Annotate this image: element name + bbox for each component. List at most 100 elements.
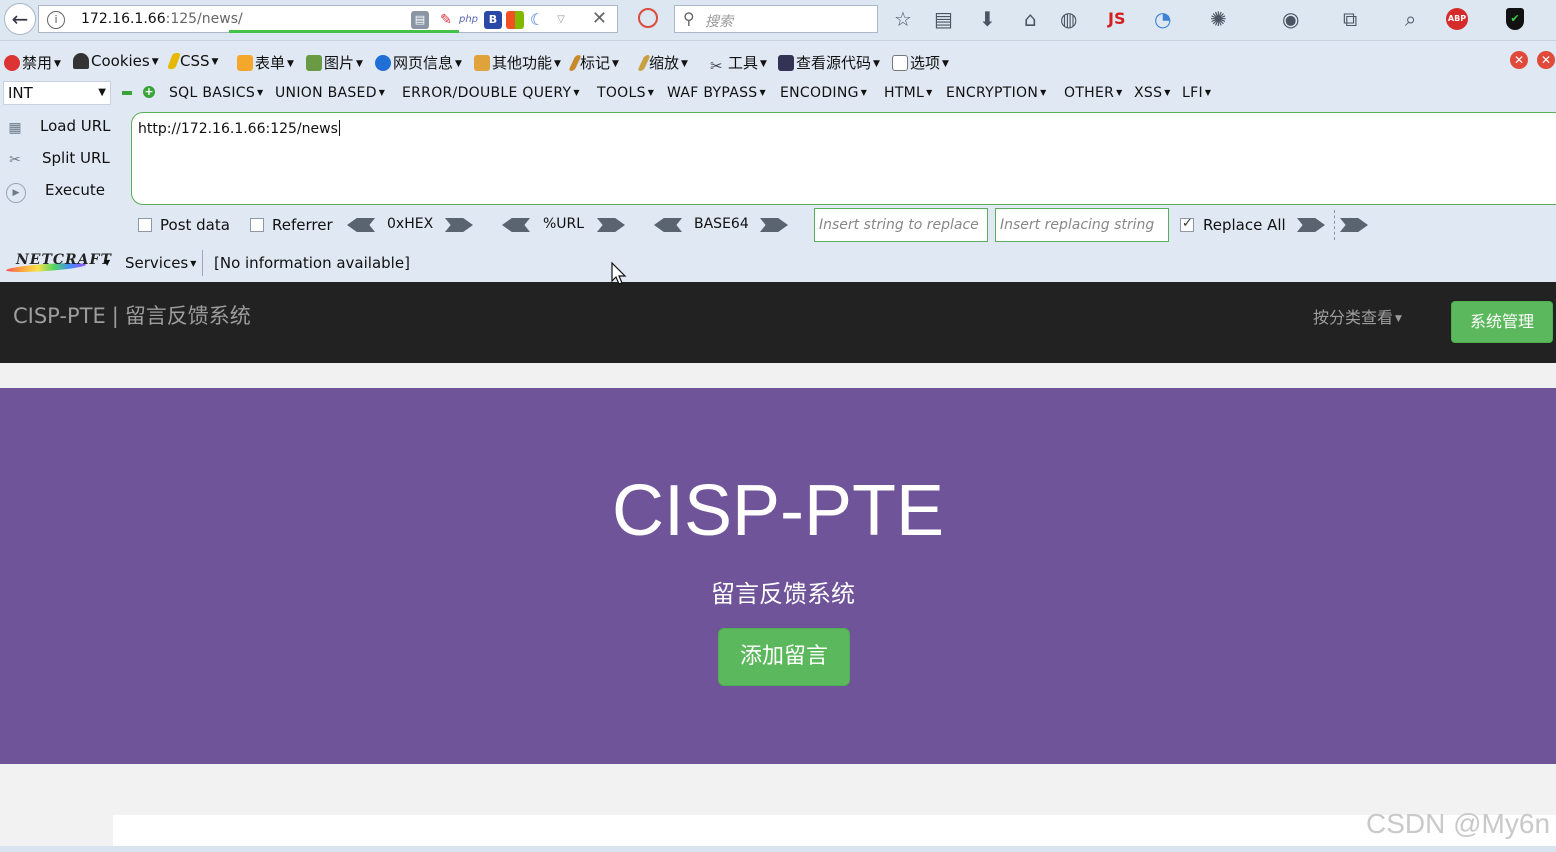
replace-all-arrow-icon[interactable] bbox=[1340, 218, 1368, 232]
share-icon[interactable]: ⧉ bbox=[1343, 8, 1357, 30]
brand-main: CISP-PTE bbox=[13, 304, 106, 328]
menu-label: TOOLS bbox=[597, 85, 646, 101]
hackbar-menu-error-double-query[interactable]: ERROR/DOUBLE QUERY ▼ bbox=[402, 85, 580, 101]
watermark: CSDN @My6n bbox=[1366, 808, 1551, 839]
hackbar-menu-encoding[interactable]: ENCODING ▼ bbox=[780, 85, 867, 101]
menu-page-info[interactable]: 网页信息 ▼ bbox=[375, 52, 462, 73]
minus-icon[interactable] bbox=[122, 91, 132, 95]
chevron-down-icon: ▼ bbox=[98, 87, 106, 98]
netcraft-info: [No information available] bbox=[214, 254, 410, 272]
replace-string-placeholder: Insert string to replace bbox=[819, 217, 979, 233]
menu-other-functions[interactable]: 其他功能 ▼ bbox=[474, 52, 561, 73]
menu-cookies[interactable]: Cookies ▼ bbox=[73, 52, 159, 70]
hackbar-menu-html[interactable]: HTML ▼ bbox=[884, 85, 933, 101]
replace-arrow-icon[interactable] bbox=[1297, 218, 1325, 232]
load-progress-bar bbox=[229, 30, 459, 33]
menu-label: 查看源代码 bbox=[796, 54, 872, 72]
server-icon[interactable]: ▤ bbox=[411, 11, 429, 29]
base64-label: BASE64 bbox=[694, 216, 749, 232]
menu-tools[interactable]: ✂ 工具 ▼ bbox=[710, 52, 767, 75]
referrer-checkbox[interactable] bbox=[250, 218, 264, 232]
close-icon[interactable]: ✕ bbox=[1510, 51, 1528, 69]
load-url-button[interactable]: ▦ Load URL bbox=[0, 113, 126, 141]
menu-label: 图片 bbox=[324, 54, 355, 72]
plus-icon[interactable]: + bbox=[143, 86, 155, 98]
chevron-down-icon[interactable]: ▼ bbox=[104, 258, 110, 267]
back-button[interactable]: ← bbox=[4, 3, 36, 35]
post-data-checkbox[interactable] bbox=[138, 218, 152, 232]
netcraft-logo[interactable]: NETCRAFT bbox=[5, 252, 111, 274]
category-dropdown[interactable]: 按分类查看 ▼ bbox=[1313, 304, 1402, 328]
menu-disable[interactable]: 禁用 ▼ bbox=[4, 52, 61, 73]
hackbar-menu-other[interactable]: OTHER ▼ bbox=[1064, 85, 1123, 101]
menu-css[interactable]: CSS ▼ bbox=[167, 52, 218, 70]
download-icon[interactable]: ⬇ bbox=[979, 8, 996, 30]
replace-all-checkbox[interactable] bbox=[1180, 216, 1194, 232]
hackbar-menu-lfi[interactable]: LFI ▼ bbox=[1182, 85, 1211, 101]
search-placeholder: 搜索 bbox=[705, 14, 733, 30]
moon-icon[interactable]: ☾ bbox=[528, 11, 546, 29]
menu-images[interactable]: 图片 ▼ bbox=[306, 52, 363, 73]
menu-label: ERROR/DOUBLE QUERY bbox=[402, 85, 572, 101]
execute-button[interactable]: ▶ Execute bbox=[0, 177, 126, 205]
network-icon[interactable]: ◉ bbox=[1282, 8, 1299, 30]
reading-list-icon[interactable]: ▤ bbox=[934, 8, 953, 30]
hex-decode-arrow-icon[interactable] bbox=[347, 218, 375, 232]
hex-encode-arrow-icon[interactable] bbox=[445, 218, 473, 232]
hackbar-menu-tools[interactable]: TOOLS ▼ bbox=[597, 85, 654, 101]
split-url-button[interactable]: ✂ Split URL bbox=[0, 145, 126, 173]
menu-resize[interactable]: 缩放 ▼ bbox=[637, 52, 688, 73]
hackbar-url-textarea[interactable]: http://172.16.1.66:125/news bbox=[131, 112, 1556, 205]
url-encode-label: %URL bbox=[543, 216, 585, 232]
add-message-button[interactable]: 添加留言 bbox=[718, 628, 850, 686]
caret-down-icon: ▼ bbox=[1395, 314, 1402, 324]
base64-encode-arrow-icon[interactable] bbox=[760, 218, 788, 232]
dropdown-icon[interactable]: ▽ bbox=[552, 11, 570, 29]
site-brand[interactable]: CISP-PTE | 留言反馈系统 bbox=[13, 300, 251, 330]
divider bbox=[202, 250, 203, 276]
palette-icon[interactable]: ✺ bbox=[1210, 8, 1227, 30]
menu-label: CSS bbox=[180, 52, 210, 70]
proxy-icon[interactable]: ◔ bbox=[1154, 8, 1171, 30]
home-icon[interactable]: ⌂ bbox=[1024, 8, 1037, 30]
close-icon[interactable]: ✕ bbox=[1537, 51, 1555, 69]
hackbar-menu-sql-basics[interactable]: SQL BASICS ▼ bbox=[169, 85, 263, 101]
url-encode-arrow-icon[interactable] bbox=[597, 218, 625, 232]
php-icon[interactable]: php bbox=[459, 11, 478, 29]
adblock-icon[interactable]: ABP bbox=[1446, 8, 1468, 30]
bootstrap-icon[interactable]: B bbox=[484, 11, 502, 29]
hackbar-menu-xss[interactable]: XSS ▼ bbox=[1134, 85, 1171, 101]
base64-decode-arrow-icon[interactable] bbox=[654, 218, 682, 232]
replace-string-input[interactable]: Insert string to replace bbox=[814, 208, 988, 242]
menu-label: SQL BASICS bbox=[169, 85, 256, 101]
replacing-string-input[interactable]: Insert replacing string bbox=[995, 208, 1169, 242]
address-bar[interactable]: i 172.16.1.66:125/news/ ▤ ✎ php B ☾ ▽ ✕ bbox=[38, 5, 618, 33]
clear-url-icon[interactable]: ✕ bbox=[592, 8, 607, 29]
hackbar-menu-union-based[interactable]: UNION BASED ▼ bbox=[275, 85, 385, 101]
menu-view-source[interactable]: 查看源代码 ▼ bbox=[778, 52, 880, 73]
hero-title: CISP-PTE bbox=[611, 471, 945, 551]
menu-options[interactable]: 选项 ▼ bbox=[892, 52, 949, 73]
star-icon[interactable]: ☆ bbox=[894, 8, 912, 30]
noscript-icon[interactable] bbox=[638, 8, 658, 28]
js-icon[interactable]: JS bbox=[1108, 8, 1125, 30]
shield-icon[interactable]: ✔ bbox=[1506, 8, 1524, 30]
globe-icon[interactable]: ◍ bbox=[1060, 8, 1077, 30]
hackbar-menu-encryption[interactable]: ENCRYPTION ▼ bbox=[946, 85, 1047, 101]
netcraft-logo-text: NETCRAFT bbox=[16, 252, 112, 268]
menu-markup[interactable]: 标记 ▼ bbox=[568, 52, 619, 73]
services-menu[interactable]: Services ▼ bbox=[125, 254, 196, 272]
admin-button[interactable]: 系统管理 bbox=[1451, 301, 1553, 343]
feather-icon[interactable]: ✎ bbox=[437, 11, 455, 29]
address-url[interactable]: 172.16.1.66:125/news/ bbox=[81, 11, 243, 27]
url-decode-arrow-icon[interactable] bbox=[502, 218, 530, 232]
menu-label: 网页信息 bbox=[393, 54, 454, 72]
type-select[interactable]: INT ▼ bbox=[3, 81, 111, 105]
site-info-icon[interactable]: i bbox=[47, 11, 65, 29]
menu-forms[interactable]: 表单 ▼ bbox=[237, 52, 294, 73]
windows-icon[interactable] bbox=[506, 11, 524, 29]
search-input[interactable]: ⚲ 搜索 bbox=[674, 5, 878, 33]
zoom-icon[interactable]: ⌕ bbox=[1405, 8, 1416, 30]
user-icon bbox=[73, 53, 89, 69]
hackbar-menu-waf-bypass[interactable]: WAF BYPASS ▼ bbox=[667, 85, 766, 101]
